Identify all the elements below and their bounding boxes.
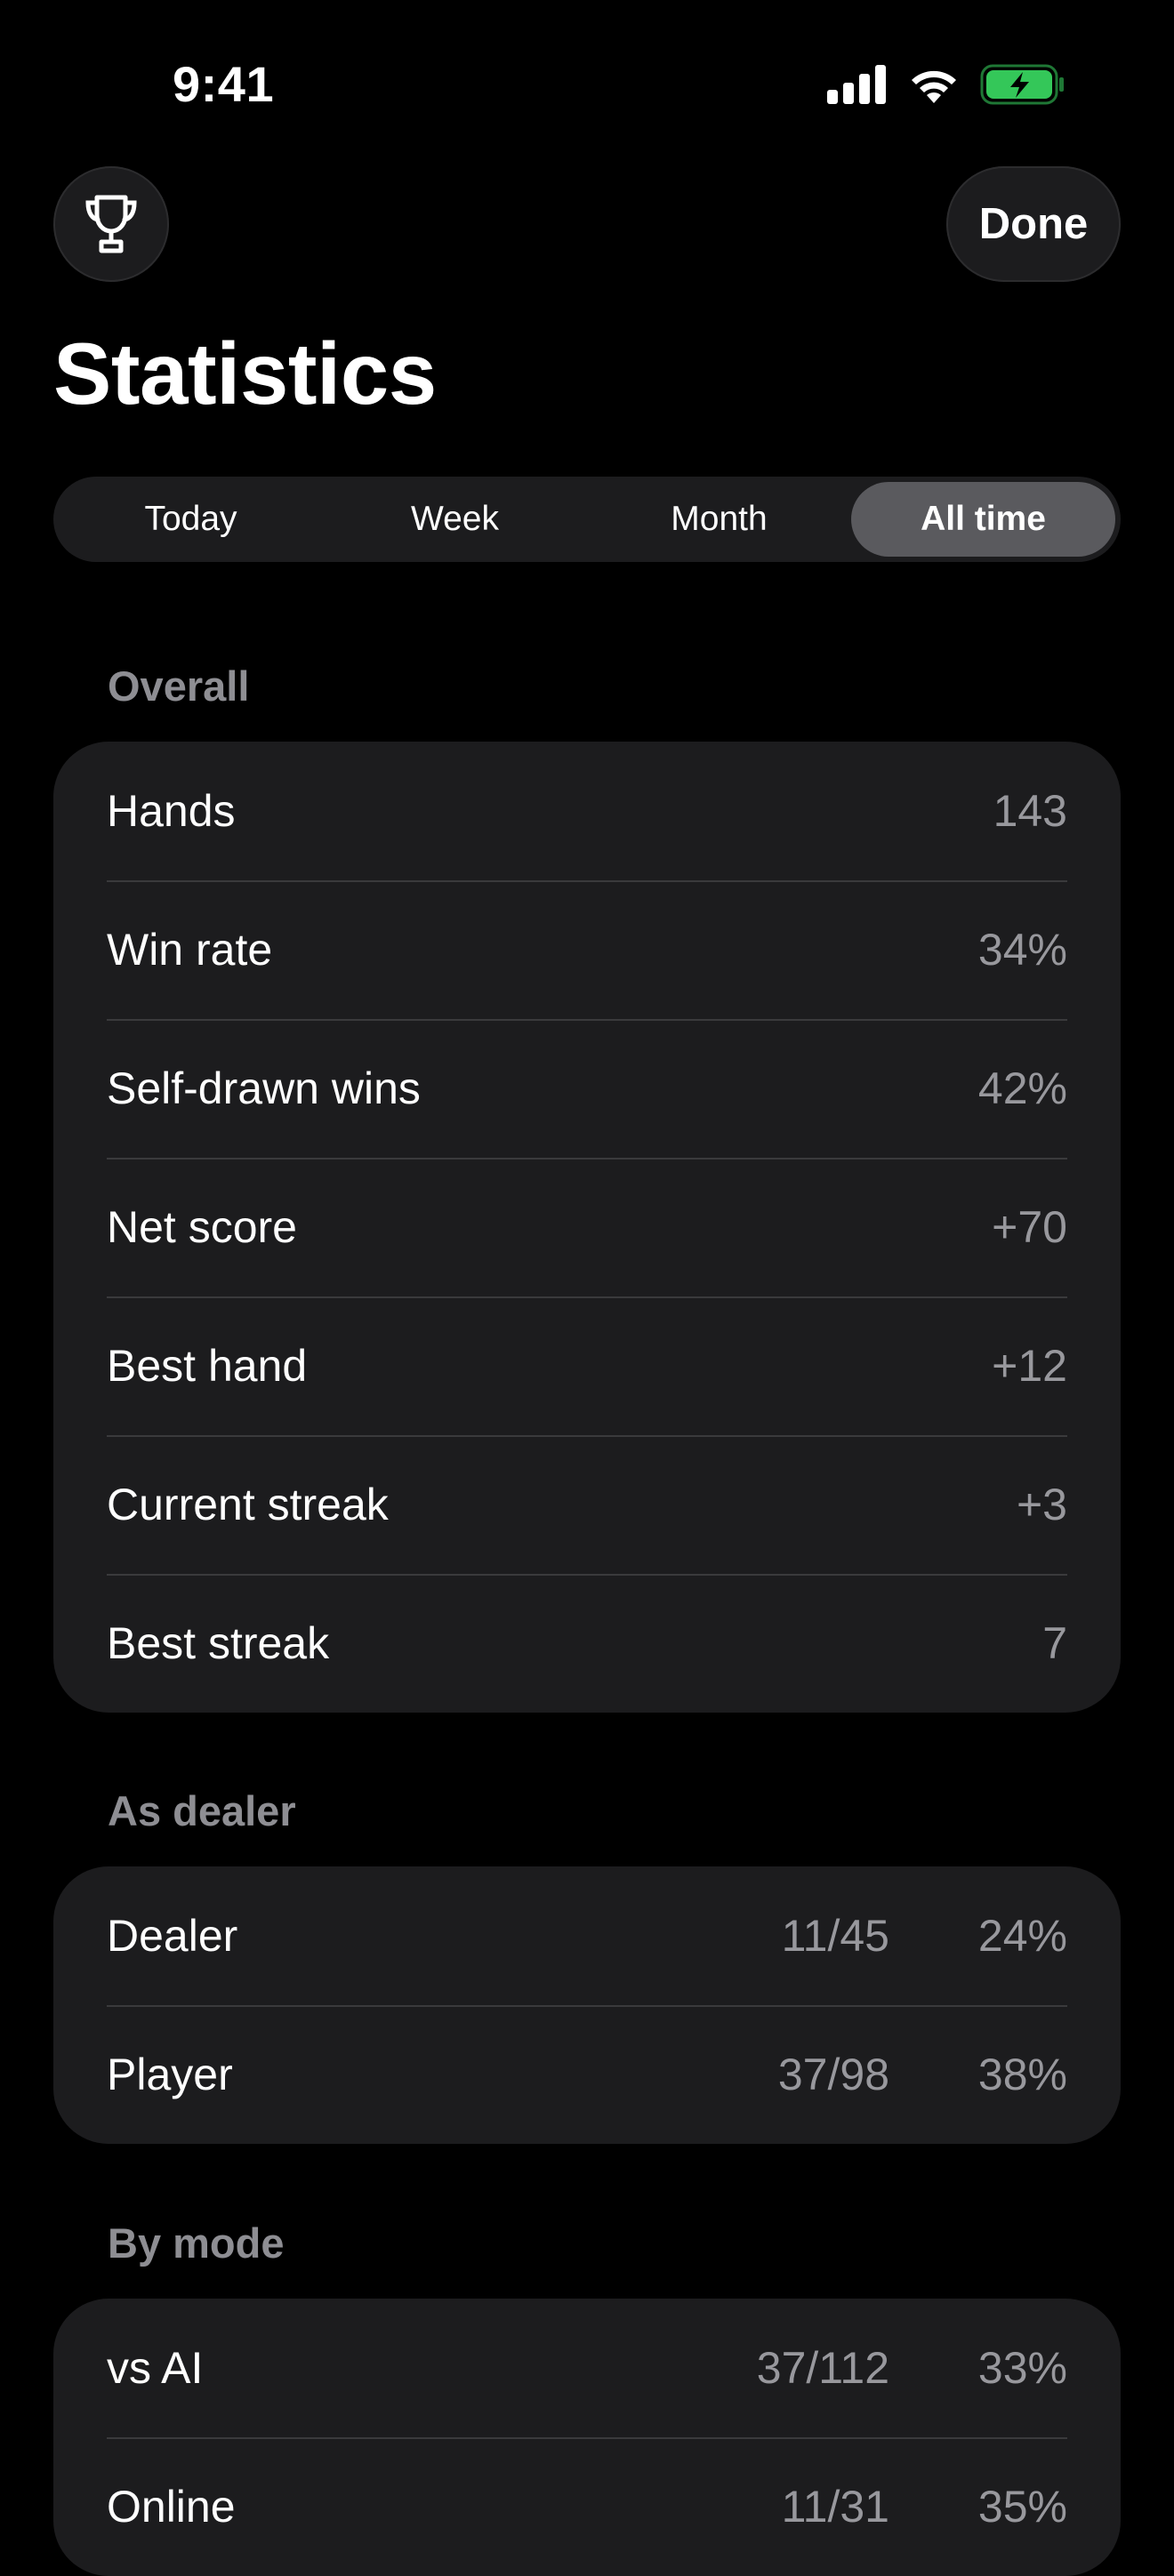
stat-count: 37/112 xyxy=(756,2343,889,2393)
trophy-button[interactable] xyxy=(53,166,169,282)
stat-value: 7 xyxy=(1042,1618,1067,1668)
section-header-by-mode: By mode xyxy=(108,2219,285,2267)
segment-week[interactable]: Week xyxy=(323,482,587,557)
stat-rate: 38% xyxy=(977,2050,1067,2099)
page-title: Statistics xyxy=(53,325,437,422)
stat-value: +12 xyxy=(992,1341,1067,1391)
stat-label: Dealer xyxy=(107,1911,238,1961)
stat-value: +70 xyxy=(992,1202,1067,1252)
time-range-segmented-control: Today Week Month All time xyxy=(53,477,1121,562)
stat-row-win-rate: Win rate 34% xyxy=(53,880,1121,1019)
stat-label: Self-drawn wins xyxy=(107,1063,421,1113)
stat-label: Net score xyxy=(107,1202,297,1252)
by-mode-card: vs AI 37/112 33% Online 11/31 35% xyxy=(53,2299,1121,2576)
stat-value: 143 xyxy=(993,786,1067,836)
stat-row-player: Player 37/98 38% xyxy=(53,2005,1121,2144)
stat-label: Best hand xyxy=(107,1341,308,1391)
segment-today[interactable]: Today xyxy=(59,482,323,557)
battery-charging-icon xyxy=(980,64,1064,105)
segment-all-time[interactable]: All time xyxy=(851,482,1115,557)
section-header-overall: Overall xyxy=(108,662,250,710)
stat-count: 11/45 xyxy=(781,1911,889,1961)
stat-label: Hands xyxy=(107,786,236,836)
cellular-signal-icon xyxy=(827,65,886,104)
stat-row-dealer: Dealer 11/45 24% xyxy=(53,1866,1121,2005)
status-bar: 9:41 xyxy=(0,0,1174,169)
wifi-icon xyxy=(912,70,956,103)
stat-row-hands: Hands 143 xyxy=(53,742,1121,880)
overall-card: Hands 143 Win rate 34% Self-drawn wins 4… xyxy=(53,742,1121,1713)
status-icons xyxy=(827,62,1065,107)
segment-month[interactable]: Month xyxy=(587,482,851,557)
stat-rate: 24% xyxy=(977,1911,1067,1961)
stat-label: Player xyxy=(107,2050,233,2099)
stat-label: Current streak xyxy=(107,1480,389,1529)
stat-rate: 33% xyxy=(977,2343,1067,2393)
stat-value: +3 xyxy=(1016,1480,1067,1529)
stat-row-self-drawn-wins: Self-drawn wins 42% xyxy=(53,1019,1121,1158)
stat-count: 37/98 xyxy=(777,2050,889,2099)
stat-count: 11/31 xyxy=(781,2482,889,2532)
stat-value: 34% xyxy=(977,925,1067,975)
as-dealer-card: Dealer 11/45 24% Player 37/98 38% xyxy=(53,1866,1121,2144)
stat-row-best-streak: Best streak 7 xyxy=(53,1574,1121,1713)
stat-row-current-streak: Current streak +3 xyxy=(53,1435,1121,1574)
stat-row-net-score: Net score +70 xyxy=(53,1158,1121,1296)
stat-row-best-hand: Best hand +12 xyxy=(53,1296,1121,1435)
stat-row-vs-ai: vs AI 37/112 33% xyxy=(53,2299,1121,2437)
status-time: 9:41 xyxy=(173,56,275,112)
done-button[interactable]: Done xyxy=(946,166,1121,282)
trophy-icon xyxy=(85,195,137,253)
stat-label: vs AI xyxy=(107,2343,204,2393)
stat-label: Best streak xyxy=(107,1618,330,1668)
section-header-as-dealer: As dealer xyxy=(108,1787,296,1834)
stat-label: Online xyxy=(107,2482,236,2532)
stat-label: Win rate xyxy=(107,925,273,975)
stat-row-online: Online 11/31 35% xyxy=(53,2437,1121,2576)
stat-rate: 35% xyxy=(977,2482,1067,2532)
stat-value: 42% xyxy=(977,1063,1067,1113)
